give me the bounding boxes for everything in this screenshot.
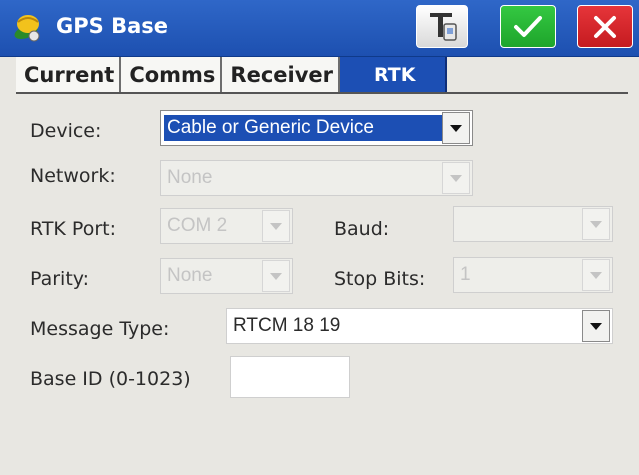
checkmark-icon: [514, 15, 542, 37]
title-bar: GPS Base: [0, 0, 639, 57]
tab-comms[interactable]: Comms: [121, 57, 223, 92]
tab-receiver[interactable]: Receiver: [222, 57, 341, 92]
network-value: None: [167, 167, 213, 188]
parity-label: Parity:: [30, 268, 90, 290]
window-title: GPS Base: [56, 14, 168, 38]
device-value: Cable or Generic Device: [164, 115, 442, 141]
device-label: Device:: [30, 120, 102, 142]
device-dropdown[interactable]: Cable or Generic Device: [160, 110, 473, 146]
tab-divider: [16, 92, 628, 94]
chevron-down-icon: [590, 220, 602, 228]
device-dropdown-arrow[interactable]: [442, 112, 470, 144]
parity-value: None: [167, 265, 213, 286]
message-type-value: RTCM 18 19: [233, 315, 341, 336]
rtk-port-value: COM 2: [167, 215, 228, 236]
tools-button[interactable]: [416, 5, 468, 48]
network-dropdown-arrow: [442, 162, 470, 194]
parity-dropdown-arrow: [262, 260, 290, 292]
close-button[interactable]: [577, 5, 633, 48]
base-id-input[interactable]: [230, 356, 350, 398]
chevron-down-icon: [270, 272, 282, 280]
chevron-down-icon: [450, 174, 462, 182]
base-id-label: Base ID (0-1023): [30, 368, 191, 390]
network-label: Network:: [30, 165, 116, 187]
rtk-port-dropdown: COM 2: [160, 208, 293, 244]
parity-dropdown: None: [160, 258, 293, 294]
rtk-port-dropdown-arrow: [262, 210, 290, 242]
message-type-dropdown[interactable]: RTCM 18 19: [226, 308, 613, 344]
tools-icon: [430, 12, 457, 41]
stop-bits-value: 1: [460, 264, 471, 285]
chevron-down-icon: [270, 222, 282, 230]
stop-bits-dropdown: 1: [453, 257, 613, 293]
baud-label: Baud:: [334, 218, 390, 240]
chevron-down-icon: [590, 322, 602, 330]
message-type-label: Message Type:: [30, 318, 170, 340]
stop-bits-dropdown-arrow: [582, 259, 610, 291]
chevron-down-icon: [590, 271, 602, 279]
ok-button[interactable]: [500, 5, 556, 48]
tab-current[interactable]: Current: [16, 57, 122, 92]
tab-strip: Current Comms Receiver RTK: [16, 57, 502, 92]
close-x-icon: [594, 15, 616, 38]
message-type-dropdown-arrow[interactable]: [582, 310, 610, 342]
stop-bits-label: Stop Bits:: [334, 268, 426, 290]
tab-rtk[interactable]: RTK: [340, 57, 448, 92]
satellite-icon: [14, 15, 40, 42]
baud-dropdown-arrow: [582, 208, 610, 240]
rtk-port-label: RTK Port:: [30, 218, 116, 240]
chevron-down-icon: [450, 124, 462, 132]
network-dropdown: None: [160, 160, 473, 196]
baud-dropdown: [453, 206, 613, 242]
